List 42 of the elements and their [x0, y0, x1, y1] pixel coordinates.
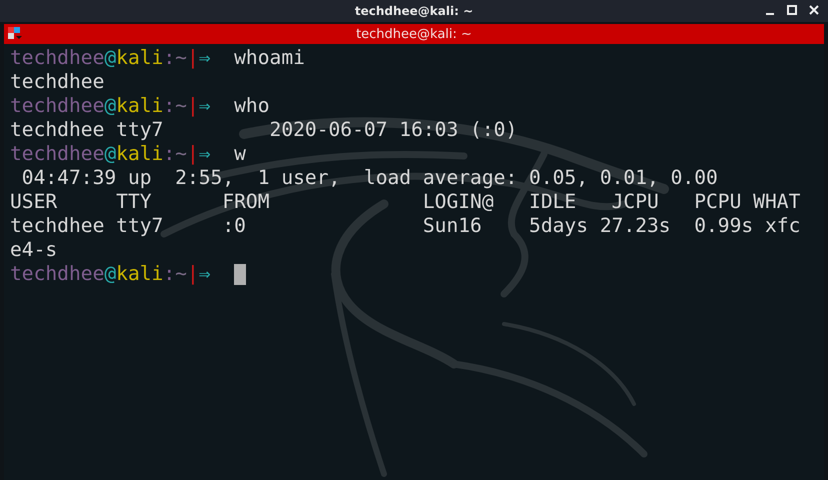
prompt-at: @ [104, 142, 116, 166]
output-text: 04:47:39 up 2:55, 1 user, load average: 0.05, 0.01, 0.00 [20, 166, 718, 190]
prompt-user: techdhee [10, 94, 104, 118]
prompt-path: ~ [175, 142, 187, 166]
output-text: techdhee [10, 70, 104, 94]
prompt-separator: | [186, 46, 199, 70]
prompt-arrow: ⇒ [198, 46, 211, 70]
prompt-host: kali [116, 142, 164, 166]
prompt-separator: | [186, 94, 199, 118]
terminal-menu-icon[interactable] [8, 27, 22, 41]
prompt-path: ~ [175, 46, 187, 70]
prompt-colon: : [163, 262, 176, 286]
prompt-colon: : [163, 46, 176, 70]
output-text: techdhee tty7 :0 Sun16 5days 27.23s 0.99s xfc [10, 214, 800, 238]
maximize-icon[interactable] [786, 4, 798, 16]
terminal-title: techdhee@kali: ~ [356, 26, 472, 42]
output-text: e4-s [10, 238, 58, 262]
prompt-user: techdhee [10, 46, 104, 70]
prompt-arrow: ⇒ [198, 262, 211, 286]
prompt-colon: : [163, 142, 176, 166]
prompt-host: kali [116, 46, 164, 70]
command-text: whoami [234, 46, 305, 70]
prompt-user: techdhee [10, 142, 104, 166]
prompt-path: ~ [175, 262, 187, 286]
output-text: USER TTY FROM LOGIN@ IDLE JCPU PCPU WHAT [10, 190, 800, 214]
prompt-separator: | [186, 262, 199, 286]
command-text: w [234, 142, 246, 166]
window-title: techdhee@kali: ~ [354, 4, 474, 18]
output-text: techdhee tty7 2020-06-07 16:03 (:0) [10, 118, 518, 142]
prompt-user: techdhee [10, 262, 104, 286]
prompt-arrow: ⇒ [198, 94, 211, 118]
prompt-arrow: ⇒ [198, 142, 211, 166]
command-text: who [234, 94, 270, 118]
prompt-separator: | [186, 142, 199, 166]
prompt-at: @ [104, 94, 116, 118]
prompt-host: kali [116, 94, 164, 118]
prompt-at: @ [104, 46, 116, 70]
close-icon[interactable] [808, 4, 820, 16]
prompt-at: @ [104, 262, 116, 286]
prompt-host: kali [116, 262, 164, 286]
prompt-path: ~ [175, 94, 187, 118]
prompt-colon: : [163, 94, 176, 118]
